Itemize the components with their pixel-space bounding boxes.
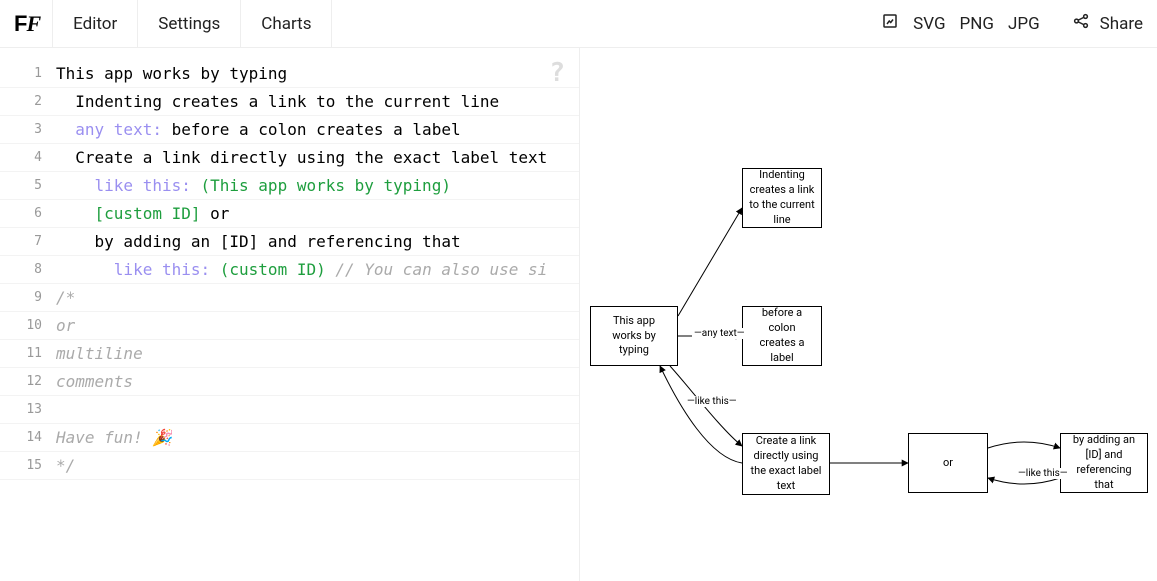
code-content: like this: (This app works by typing)	[56, 176, 451, 195]
line-number: 15	[0, 458, 56, 473]
node-indent[interactable]: Indenting creates a link to the current …	[742, 168, 822, 228]
export-svg[interactable]: SVG	[913, 14, 945, 34]
line-number: 7	[0, 234, 56, 249]
line-number: 2	[0, 94, 56, 109]
line-number: 1	[0, 66, 56, 81]
code-line[interactable]: 12comments	[0, 368, 579, 396]
code-line[interactable]: 11multiline	[0, 340, 579, 368]
line-number: 8	[0, 262, 56, 277]
line-number: 11	[0, 346, 56, 361]
export-icon[interactable]	[881, 12, 899, 35]
code-line[interactable]: 3 any text: before a colon creates a lab…	[0, 116, 579, 144]
tab-editor[interactable]: Editor	[52, 0, 138, 47]
code-line[interactable]: 4 Create a link directly using the exact…	[0, 144, 579, 172]
node-colon[interactable]: before a colon creates a label	[742, 306, 822, 366]
code-content: /*	[56, 288, 75, 307]
edge-label: —any text—	[692, 328, 747, 339]
line-number: 10	[0, 318, 56, 333]
export-group: SVG PNG JPG	[881, 12, 1040, 35]
code-content: [custom ID] or	[56, 204, 229, 223]
tab-settings[interactable]: Settings	[138, 0, 241, 47]
line-number: 12	[0, 374, 56, 389]
code-line[interactable]: 7 by adding an [ID] and referencing that	[0, 228, 579, 256]
code-content: any text: before a colon creates a label	[56, 120, 461, 139]
diagram-canvas[interactable]: This app works by typing Indenting create…	[580, 48, 1157, 581]
code-line[interactable]: 13	[0, 396, 579, 424]
edge-label: —like this—	[685, 396, 739, 407]
share-label: Share	[1100, 14, 1143, 34]
header: FF EditorSettingsCharts SVG PNG JPG Shar…	[0, 0, 1157, 48]
code-line[interactable]: 15*/	[0, 452, 579, 480]
share-icon	[1072, 12, 1090, 35]
line-number: 6	[0, 206, 56, 221]
line-number: 3	[0, 122, 56, 137]
code-content: multiline	[56, 344, 143, 363]
code-content: This app works by typing	[56, 64, 287, 83]
code-content: Indenting creates a link to the current …	[56, 92, 499, 111]
code-content: or	[56, 316, 75, 335]
share-group[interactable]: Share	[1072, 12, 1143, 35]
code-content: Have fun! 🎉	[56, 428, 172, 447]
line-number: 5	[0, 178, 56, 193]
main: ? 1This app works by typing2 Indenting c…	[0, 48, 1157, 581]
line-number: 9	[0, 290, 56, 305]
code-line[interactable]: 6 [custom ID] or	[0, 200, 579, 228]
code-line[interactable]: 14Have fun! 🎉	[0, 424, 579, 452]
code-line[interactable]: 10or	[0, 312, 579, 340]
code-line[interactable]: 5 like this: (This app works by typing)	[0, 172, 579, 200]
help-icon[interactable]: ?	[549, 58, 565, 88]
export-png[interactable]: PNG	[960, 14, 994, 34]
export-jpg[interactable]: JPG	[1008, 14, 1040, 34]
code-line[interactable]: 2 Indenting creates a link to the curren…	[0, 88, 579, 116]
code-content: */	[56, 456, 75, 475]
line-number: 4	[0, 150, 56, 165]
code-content: like this: (custom ID) // You can also u…	[56, 260, 547, 279]
node-root[interactable]: This app works by typing	[590, 306, 678, 366]
code-content: comments	[56, 372, 133, 391]
edge-label: —like this—	[1016, 468, 1070, 479]
code-editor[interactable]: ? 1This app works by typing2 Indenting c…	[0, 48, 580, 581]
header-right: SVG PNG JPG Share	[881, 0, 1143, 47]
node-or[interactable]: or	[908, 433, 988, 493]
line-number: 14	[0, 430, 56, 445]
code-line[interactable]: 9/*	[0, 284, 579, 312]
node-exact[interactable]: Create a link directly using the exact l…	[742, 433, 830, 495]
tabs: EditorSettingsCharts	[52, 0, 332, 47]
line-number: 13	[0, 402, 56, 417]
tab-charts[interactable]: Charts	[241, 0, 332, 47]
code-line[interactable]: 8 like this: (custom ID) // You can also…	[0, 256, 579, 284]
code-content: by adding an [ID] and referencing that	[56, 232, 461, 251]
code-content: Create a link directly using the exact l…	[56, 148, 547, 167]
code-line[interactable]: 1This app works by typing	[0, 60, 579, 88]
node-idref[interactable]: by adding an [ID] and referencing that	[1060, 433, 1148, 493]
logo: FF	[14, 0, 52, 47]
